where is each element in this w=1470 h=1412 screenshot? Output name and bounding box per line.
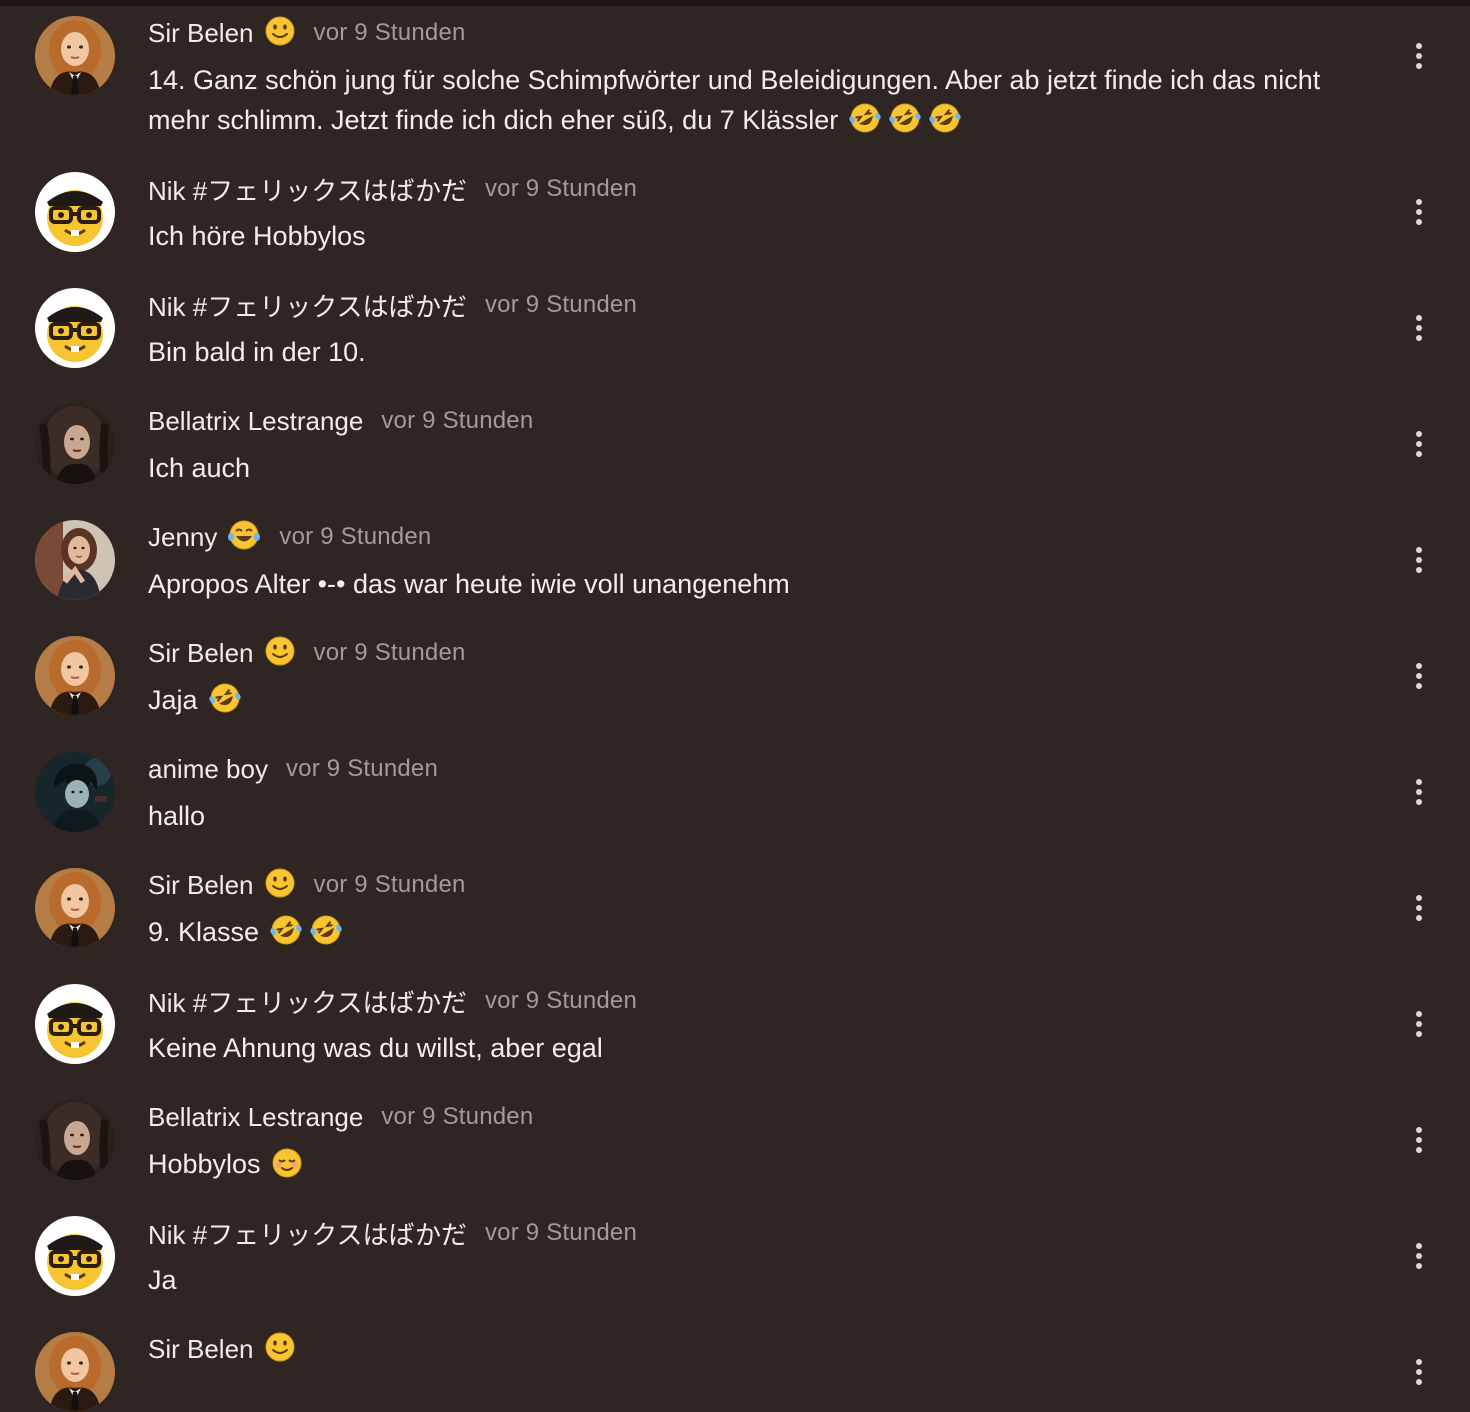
avatar[interactable] bbox=[35, 520, 115, 600]
avatar[interactable] bbox=[35, 172, 115, 252]
comment-header: anime boy vor 9 Stunden bbox=[148, 752, 438, 786]
rofl-emoji-icon bbox=[928, 101, 962, 146]
avatar[interactable] bbox=[35, 404, 115, 484]
author-name[interactable]: Nik #フェリックスはばかだ bbox=[148, 1215, 467, 1252]
more-options-icon[interactable] bbox=[1404, 308, 1434, 348]
more-options-icon[interactable] bbox=[1404, 540, 1434, 580]
top-bar bbox=[0, 0, 1470, 6]
comment-timestamp: vor 9 Stunden bbox=[313, 871, 466, 898]
avatar[interactable] bbox=[35, 1332, 115, 1412]
comment-text: Hobbylos bbox=[148, 1144, 1358, 1190]
rofl-emoji-icon bbox=[888, 101, 922, 146]
comment-text: 9. Klasse bbox=[148, 912, 1358, 958]
comment-body: Ich höre Hobbylos bbox=[148, 221, 366, 251]
comment-body: Jaja bbox=[148, 685, 198, 715]
comment-header: Bellatrix Lestrange vor 9 Stunden bbox=[148, 1100, 533, 1134]
comment-text: Keine Ahnung was du willst, aber egal bbox=[148, 1028, 1358, 1068]
author-name[interactable]: anime boy bbox=[148, 754, 268, 785]
avatar[interactable] bbox=[35, 984, 115, 1064]
comment-body: 14. Ganz schön jung für solche Schimpfwö… bbox=[148, 65, 1321, 135]
comment-header: Nik #フェリックスはばかだ vor 9 Stunden bbox=[148, 984, 637, 1018]
comment-timestamp: vor 9 Stunden bbox=[381, 407, 534, 434]
comment-text: Ja bbox=[148, 1260, 1358, 1300]
author-name[interactable]: Sir Belen bbox=[148, 18, 254, 49]
more-options-icon[interactable] bbox=[1404, 656, 1434, 696]
more-options-icon[interactable] bbox=[1404, 192, 1434, 232]
avatar[interactable] bbox=[35, 16, 115, 96]
comment-text: Ich höre Hobbylos bbox=[148, 216, 1358, 256]
author-name[interactable]: Nik #フェリックスはばかだ bbox=[148, 171, 467, 208]
author-name[interactable]: Bellatrix Lestrange bbox=[148, 1102, 363, 1133]
comment-timestamp: vor 9 Stunden bbox=[484, 1219, 638, 1246]
comment-text: hallo bbox=[148, 796, 1358, 836]
comment-timestamp: vor 9 Stunden bbox=[484, 175, 638, 202]
more-options-icon[interactable] bbox=[1404, 36, 1434, 76]
comment-text: Apropos Alter •-• das war heute iwie vol… bbox=[148, 564, 1358, 604]
avatar[interactable] bbox=[35, 868, 115, 948]
more-options-icon[interactable] bbox=[1404, 888, 1434, 928]
more-options-icon[interactable] bbox=[1404, 1004, 1434, 1044]
avatar[interactable] bbox=[35, 1216, 115, 1296]
author-name[interactable]: Sir Belen bbox=[148, 638, 254, 669]
comment-header: Jenny vor 9 Stunden bbox=[148, 520, 431, 554]
avatar[interactable] bbox=[35, 288, 115, 368]
author-name[interactable]: Nik #フェリックスはばかだ bbox=[148, 983, 467, 1020]
comment-body: Ja bbox=[148, 1265, 177, 1295]
author-name[interactable]: Jenny bbox=[148, 522, 217, 553]
comment-text: Bin bald in der 10. bbox=[148, 332, 1358, 372]
slightly-smiling-face-emoji-icon bbox=[264, 1331, 296, 1368]
slightly-smiling-face-emoji-icon bbox=[264, 635, 296, 672]
slightly-smiling-face-emoji-icon bbox=[264, 867, 296, 904]
comment-text: Ich auch bbox=[148, 448, 1358, 488]
comment-body: hallo bbox=[148, 801, 206, 831]
comment-timestamp: vor 9 Stunden bbox=[313, 19, 466, 46]
author-name[interactable]: Sir Belen bbox=[148, 1334, 254, 1365]
comment-body: Keine Ahnung was du willst, aber egal bbox=[148, 1033, 603, 1063]
comment-body: 9. Klasse bbox=[148, 917, 260, 947]
more-options-icon[interactable] bbox=[1404, 1352, 1434, 1392]
comment-body: Apropos Alter •-• das war heute iwie vol… bbox=[148, 569, 790, 599]
comment-body: Ich auch bbox=[148, 453, 251, 483]
comment-header: Nik #フェリックスはばかだ vor 9 Stunden bbox=[148, 288, 637, 322]
author-name[interactable]: Sir Belen bbox=[148, 870, 254, 901]
rofl-emoji-icon bbox=[309, 913, 343, 958]
more-options-icon[interactable] bbox=[1404, 772, 1434, 812]
comment-timestamp: vor 9 Stunden bbox=[484, 291, 638, 318]
comment-timestamp: vor 9 Stunden bbox=[313, 639, 466, 666]
comment-header: Bellatrix Lestrange vor 9 Stunden bbox=[148, 404, 533, 438]
avatar[interactable] bbox=[35, 1100, 115, 1180]
avatar[interactable] bbox=[35, 752, 115, 832]
relieved-emoji-icon bbox=[271, 1147, 303, 1190]
comment-timestamp: vor 9 Stunden bbox=[381, 1103, 534, 1130]
more-options-icon[interactable] bbox=[1404, 1120, 1434, 1160]
comment-text: Jaja bbox=[148, 680, 1358, 726]
comment-header: Sir Belen vor 9 Stunden bbox=[148, 868, 466, 902]
joy-emoji-icon bbox=[227, 519, 261, 556]
comment-header: Nik #フェリックスはばかだ vor 9 Stunden bbox=[148, 172, 637, 206]
rofl-emoji-icon bbox=[848, 101, 882, 146]
comment-header: Sir Belen vor 9 Stunden bbox=[148, 636, 466, 670]
comment-timestamp: vor 9 Stunden bbox=[484, 987, 638, 1014]
comment-timestamp: vor 9 Stunden bbox=[285, 755, 439, 782]
author-name[interactable]: Nik #フェリックスはばかだ bbox=[148, 287, 467, 324]
author-name[interactable]: Bellatrix Lestrange bbox=[148, 406, 363, 437]
avatar[interactable] bbox=[35, 636, 115, 716]
rofl-emoji-icon bbox=[208, 681, 242, 726]
comment-body: Bin bald in der 10. bbox=[148, 337, 366, 367]
comment-header: Sir Belen vor 9 Stunden bbox=[148, 16, 466, 50]
comment-text: 14. Ganz schön jung für solche Schimpfwö… bbox=[148, 60, 1358, 146]
more-options-icon[interactable] bbox=[1404, 1236, 1434, 1276]
slightly-smiling-face-emoji-icon bbox=[264, 15, 296, 52]
comment-header: Sir Belen bbox=[148, 1332, 314, 1366]
more-options-icon[interactable] bbox=[1404, 424, 1434, 464]
comment-header: Nik #フェリックスはばかだ vor 9 Stunden bbox=[148, 1216, 637, 1250]
comment-body: Hobbylos bbox=[148, 1149, 261, 1179]
comment-timestamp: vor 9 Stunden bbox=[279, 523, 432, 550]
rofl-emoji-icon bbox=[269, 913, 303, 958]
